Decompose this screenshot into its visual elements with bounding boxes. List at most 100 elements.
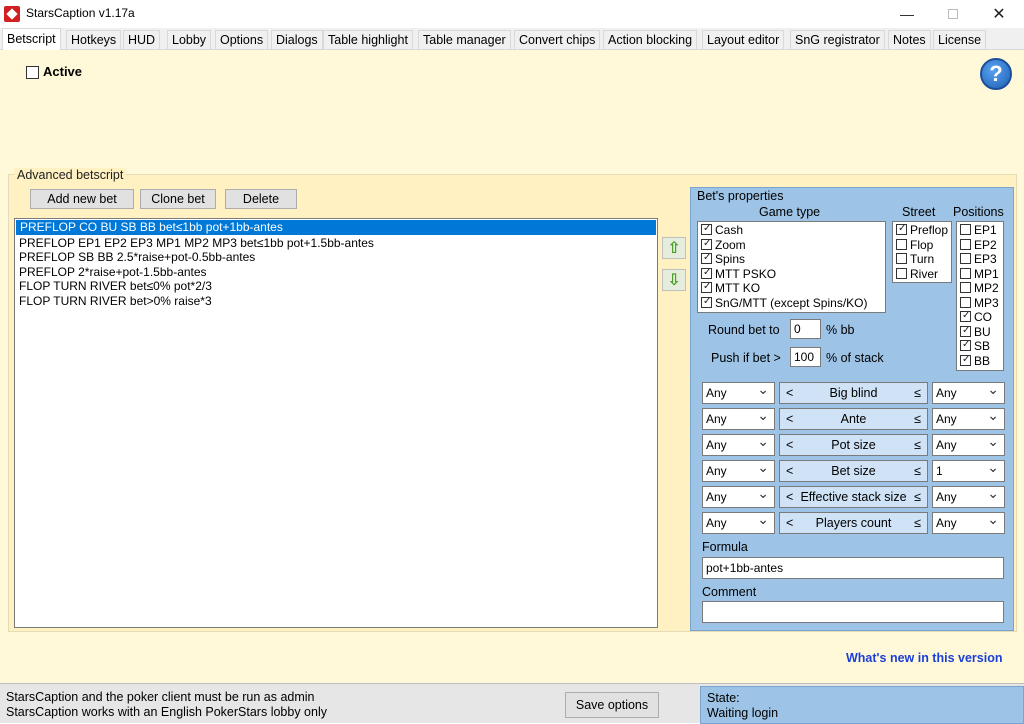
maximize-button[interactable] bbox=[930, 0, 976, 28]
street-option[interactable]: Preflop bbox=[893, 222, 951, 238]
position-option-label: SB bbox=[974, 339, 991, 353]
position-checkbox[interactable] bbox=[960, 253, 971, 264]
game-type-option[interactable]: SnG/MTT (except Spins/KO) bbox=[698, 295, 885, 311]
condition-min-select[interactable]: Any bbox=[702, 431, 775, 456]
position-option[interactable]: EP2 bbox=[957, 238, 1003, 253]
state-text: State: Waiting login bbox=[707, 691, 778, 721]
move-up-button[interactable]: ⇧ bbox=[662, 237, 686, 259]
whats-new-link[interactable]: What's new in this version bbox=[846, 651, 1002, 665]
game-type-option[interactable]: Spins bbox=[698, 251, 885, 267]
game-type-checkbox[interactable] bbox=[701, 222, 712, 237]
position-option[interactable]: SB bbox=[957, 338, 1003, 354]
game-type-option[interactable]: MTT PSKO bbox=[698, 266, 885, 282]
tab-notes[interactable]: Notes bbox=[888, 30, 931, 50]
condition-max-select[interactable]: Any bbox=[932, 405, 1005, 430]
game-type-list: CashZoomSpinsMTT PSKOMTT KOSnG/MTT (exce… bbox=[697, 221, 886, 313]
comment-input[interactable] bbox=[702, 601, 1004, 623]
game-type-checkbox[interactable] bbox=[701, 280, 712, 295]
condition-parameter-name: Big blind bbox=[829, 386, 878, 400]
move-down-button[interactable]: ⇩ bbox=[662, 269, 686, 291]
tab-action-blocking[interactable]: Action blocking bbox=[603, 30, 698, 50]
tab-lobby[interactable]: Lobby bbox=[167, 30, 212, 50]
active-check-box[interactable] bbox=[26, 66, 39, 80]
less-or-equal-symbol: ≤ bbox=[914, 438, 921, 452]
active-checkbox[interactable]: Active bbox=[26, 64, 82, 80]
bet-list-item[interactable]: FLOP TURN RIVER bet≤0% pot*2/3 bbox=[15, 279, 657, 294]
position-option-label: EP3 bbox=[974, 252, 997, 266]
condition-min-select[interactable]: Any bbox=[702, 509, 775, 534]
add-new-bet-button[interactable]: Add new bet bbox=[30, 189, 134, 209]
game-type-checkbox[interactable] bbox=[701, 251, 712, 266]
game-type-checkbox[interactable] bbox=[701, 295, 712, 309]
tab-sng-registrator[interactable]: SnG registrator bbox=[790, 30, 885, 50]
clone-bet-button[interactable]: Clone bet bbox=[140, 189, 216, 209]
condition-max-select[interactable]: Any bbox=[932, 483, 1005, 508]
position-checkbox[interactable] bbox=[960, 296, 971, 308]
condition-min-select[interactable]: Any bbox=[702, 483, 775, 508]
position-option[interactable]: MP2 bbox=[957, 281, 1003, 296]
delete-button[interactable]: Delete bbox=[225, 189, 297, 209]
street-header: Street bbox=[902, 205, 936, 219]
condition-max-select[interactable]: Any bbox=[932, 379, 1005, 404]
condition-min-select[interactable]: Any bbox=[702, 405, 775, 430]
bet-list-item[interactable]: PREFLOP EP1 EP2 EP3 MP1 MP2 MP3 bet≤1bb … bbox=[15, 236, 657, 251]
push-if-bet-input[interactable]: 100 bbox=[790, 347, 821, 367]
position-checkbox[interactable] bbox=[960, 267, 971, 279]
street-checkbox[interactable] bbox=[896, 222, 907, 237]
position-option[interactable]: CO bbox=[957, 309, 1003, 325]
position-option[interactable]: EP1 bbox=[957, 223, 1003, 238]
tab-dialogs[interactable]: Dialogs bbox=[271, 30, 323, 50]
bet-list[interactable]: PREFLOP CO BU SB BB bet≤1bb pot+1bb-ante… bbox=[14, 218, 658, 628]
street-checkbox[interactable] bbox=[896, 267, 907, 279]
close-button[interactable]: ✕ bbox=[976, 0, 1022, 28]
position-option[interactable]: BU bbox=[957, 324, 1003, 340]
tab-table-highlight[interactable]: Table highlight bbox=[323, 30, 413, 50]
condition-min-select[interactable]: Any bbox=[702, 379, 775, 404]
position-checkbox[interactable] bbox=[960, 238, 971, 250]
tab-layout-editor[interactable]: Layout editor bbox=[702, 30, 785, 50]
condition-min-select[interactable]: Any bbox=[702, 457, 775, 482]
position-checkbox[interactable] bbox=[960, 224, 971, 235]
formula-input[interactable]: pot+1bb-antes bbox=[702, 557, 1004, 579]
position-checkbox[interactable] bbox=[960, 338, 971, 353]
condition-max-select[interactable]: 1 bbox=[932, 457, 1005, 482]
position-checkbox[interactable] bbox=[960, 324, 971, 338]
condition-max-select[interactable]: Any bbox=[932, 431, 1005, 456]
help-icon[interactable]: ? bbox=[980, 58, 1012, 90]
tab-convert-chips[interactable]: Convert chips bbox=[514, 30, 601, 50]
position-option[interactable]: MP1 bbox=[957, 267, 1003, 282]
tab-license[interactable]: License bbox=[933, 30, 987, 50]
street-option[interactable]: River bbox=[893, 267, 951, 282]
round-bet-input[interactable]: 0 bbox=[790, 319, 821, 339]
street-option[interactable]: Turn bbox=[893, 252, 951, 267]
position-option[interactable]: BB bbox=[957, 353, 1003, 369]
tab-options[interactable]: Options bbox=[215, 30, 269, 50]
game-type-option[interactable]: MTT KO bbox=[698, 280, 885, 296]
game-type-checkbox[interactable] bbox=[701, 237, 712, 251]
position-checkbox[interactable] bbox=[960, 309, 971, 324]
street-checkbox[interactable] bbox=[896, 238, 907, 250]
game-type-option[interactable]: Cash bbox=[698, 222, 885, 238]
position-option[interactable]: MP3 bbox=[957, 296, 1003, 311]
street-option[interactable]: Flop bbox=[893, 238, 951, 253]
tab-betscript[interactable]: Betscript bbox=[2, 28, 61, 50]
condition-max-select[interactable]: Any bbox=[932, 509, 1005, 534]
bet-list-item[interactable]: PREFLOP SB BB 2.5*raise+pot-0.5bb-antes bbox=[15, 250, 657, 265]
less-or-equal-symbol: ≤ bbox=[914, 490, 921, 504]
game-type-checkbox[interactable] bbox=[701, 266, 712, 280]
bet-list-item[interactable]: PREFLOP CO BU SB BB bet≤1bb pot+1bb-ante… bbox=[16, 220, 656, 235]
bet-list-item[interactable]: FLOP TURN RIVER bet>0% raise*3 bbox=[15, 294, 657, 309]
less-or-equal-symbol: ≤ bbox=[914, 412, 921, 426]
position-checkbox[interactable] bbox=[960, 353, 971, 367]
save-options-button[interactable]: Save options bbox=[565, 692, 659, 718]
tab-table-manager[interactable]: Table manager bbox=[418, 30, 511, 50]
position-checkbox[interactable] bbox=[960, 282, 971, 293]
tab-hotkeys[interactable]: Hotkeys bbox=[66, 30, 122, 50]
betscript-panel: Active ? Advanced betscript Add new bet … bbox=[0, 50, 1024, 683]
bet-list-item[interactable]: PREFLOP 2*raise+pot-1.5bb-antes bbox=[15, 265, 657, 280]
game-type-option[interactable]: Zoom bbox=[698, 237, 885, 253]
position-option[interactable]: EP3 bbox=[957, 252, 1003, 267]
street-checkbox[interactable] bbox=[896, 253, 907, 264]
tab-hud[interactable]: HUD bbox=[123, 30, 161, 50]
minimize-button[interactable]: — bbox=[884, 0, 930, 28]
